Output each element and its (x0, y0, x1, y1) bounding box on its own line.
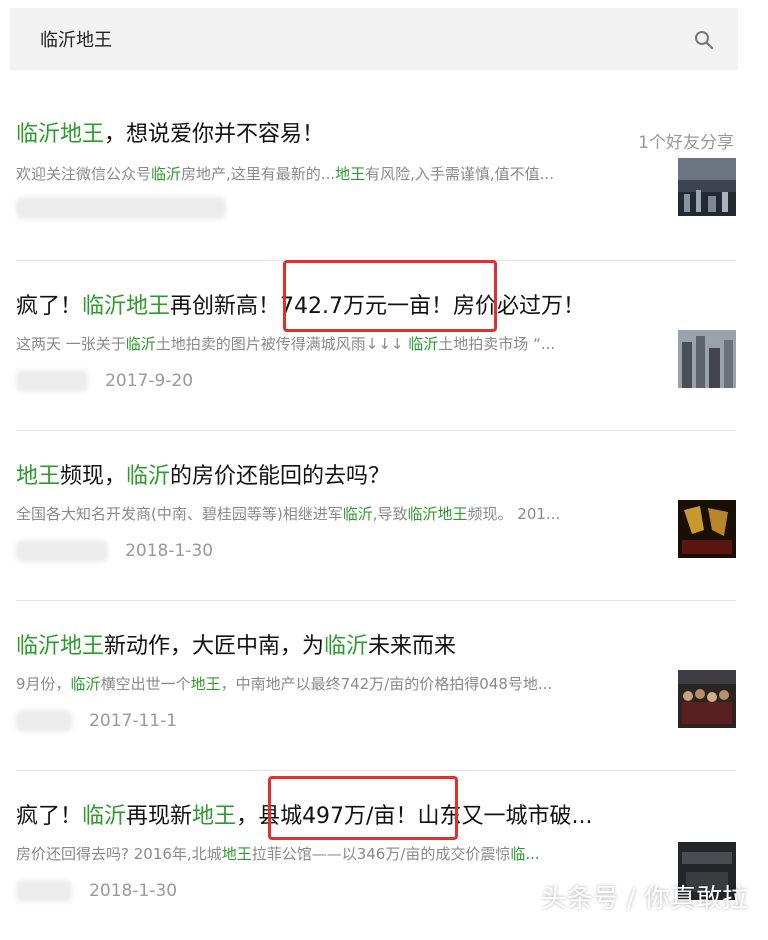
toutiao-watermark: 头条号 / 你真敢拉 (540, 884, 748, 914)
text-segment: 未来而来 (368, 634, 457, 659)
highlight-box-price-1 (283, 260, 497, 332)
result-meta (16, 197, 226, 221)
text-segment: 再现新 (126, 804, 193, 829)
result-title[interactable]: 临沂地王新动作，大匠中南，为临沂未来而来 (16, 632, 456, 662)
text-segment: 房价还回得去吗? 2016年,北城 (16, 845, 222, 863)
keyword-highlight: 临沂 (125, 335, 156, 353)
result-meta: 2018-1-30 (16, 540, 213, 564)
text-segment: 频现， (60, 464, 127, 489)
keyword-highlight: 临沂 (126, 464, 171, 489)
source-avatar-blurred (16, 710, 72, 732)
result-snippet: 这两天 一张关于临沂土地拍卖的图片被传得满城风雨↓↓↓ 临沂土地拍卖市场 “..… (16, 333, 656, 355)
result-snippet: 欢迎关注微信公众号临沂房地产,这里有最新的...地王有风险,入手需谨慎,值不值.… (16, 163, 656, 185)
keyword-highlight: 临沂地王 (16, 122, 105, 147)
result-item[interactable]: 临沂地王新动作，大匠中南，为临沂未来而来 9月份，临沂横空出世一个地王，中南地产… (16, 600, 736, 771)
text-segment: 9月份， (16, 675, 71, 693)
keyword-highlight: 地王 (16, 464, 61, 489)
keyword-highlight: 临... (510, 845, 540, 863)
text-segment: 频现。 201... (467, 505, 561, 523)
source-avatar-blurred (16, 197, 226, 219)
result-item[interactable]: 临沂地王，想说爱你并不容易！ 欢迎关注微信公众号临沂房地产,这里有最新的...地… (16, 90, 736, 261)
text-segment: 这两天 一张关于 (16, 335, 126, 353)
source-avatar-blurred (16, 370, 88, 392)
text-segment: 有风险,入手需谨慎,值不值... (365, 165, 554, 183)
friend-share-count: 1个好友分享 (638, 133, 734, 153)
text-segment: 土地拍卖市场 “... (438, 335, 556, 353)
text-segment: 的房价还能回的去吗？ (170, 464, 391, 489)
highlight-box-price-2 (268, 776, 458, 840)
keyword-highlight: 临沂 (408, 335, 439, 353)
text-segment: ，想说爱你并不容易！ (104, 122, 325, 147)
result-snippet: 全国各大知名开发商(中南、碧桂园等等)相继进军临沂,导致临沂地王频现。 201.… (16, 503, 656, 525)
publish-date: 2018-1-30 (89, 881, 178, 901)
keyword-highlight: 临沂地王 (82, 294, 171, 319)
keyword-highlight: 地王 (221, 845, 252, 863)
result-snippet: 房价还回得去吗? 2016年,北城地王拉菲公馆——以346万/亩的成交价震惊临.… (16, 843, 656, 865)
keyword-highlight: 临沂地王 (16, 634, 105, 659)
text-segment: 疯了！ (16, 804, 83, 829)
keyword-highlight: 临沂 (151, 165, 182, 183)
publish-date: 2018-1-30 (125, 541, 214, 561)
result-meta: 2017-9-20 (16, 370, 193, 394)
source-avatar-blurred (16, 540, 108, 562)
keyword-highlight: 临沂 (70, 675, 101, 693)
keyword-highlight: 地王 (335, 165, 366, 183)
publish-date: 2017-11-1 (89, 711, 178, 731)
keyword-highlight: 地王 (190, 675, 221, 693)
text-segment: ，中南地产以最终742万/亩的价格拍得048号地... (220, 675, 553, 693)
result-snippet: 9月份，临沂横空出世一个地王，中南地产以最终742万/亩的价格拍得048号地..… (16, 673, 656, 695)
keyword-highlight: 临沂 (82, 804, 127, 829)
publish-date: 2017-9-20 (105, 371, 194, 391)
result-meta: 2017-11-1 (16, 710, 177, 734)
text-segment: 房地产,这里有最新的... (181, 165, 336, 183)
search-bar (10, 8, 738, 70)
text-segment: ,导致 (372, 505, 408, 523)
result-thumbnail[interactable] (678, 670, 736, 728)
result-thumbnail[interactable] (678, 158, 736, 216)
keyword-highlight: 地王 (192, 804, 237, 829)
keyword-highlight: 临沂 (324, 634, 369, 659)
result-title[interactable]: 地王频现，临沂的房价还能回的去吗？ (16, 462, 390, 492)
text-segment: 新动作，大匠中南，为 (104, 634, 325, 659)
search-input[interactable] (10, 8, 670, 70)
keyword-highlight: 临沂地王 (407, 505, 468, 523)
text-segment: 全国各大知名开发商(中南、碧桂园等等)相继进军 (16, 505, 343, 523)
result-item[interactable]: 地王频现，临沂的房价还能回的去吗？ 全国各大知名开发商(中南、碧桂园等等)相继进… (16, 430, 736, 601)
result-title[interactable]: 临沂地王，想说爱你并不容易！ (16, 120, 324, 150)
text-segment: 欢迎关注微信公众号 (16, 165, 152, 183)
search-icon[interactable] (694, 30, 714, 50)
source-avatar-blurred (16, 880, 72, 902)
text-segment: 拉菲公馆——以346万/亩的成交价震惊 (251, 845, 511, 863)
result-thumbnail[interactable] (678, 500, 736, 558)
text-segment: 土地拍卖的图片被传得满城风雨↓↓↓ (155, 335, 409, 353)
result-thumbnail[interactable] (678, 330, 736, 388)
result-meta: 2018-1-30 (16, 880, 177, 904)
keyword-highlight: 临沂 (342, 505, 373, 523)
text-segment: 疯了！ (16, 294, 83, 319)
text-segment: 横空出世一个 (100, 675, 191, 693)
